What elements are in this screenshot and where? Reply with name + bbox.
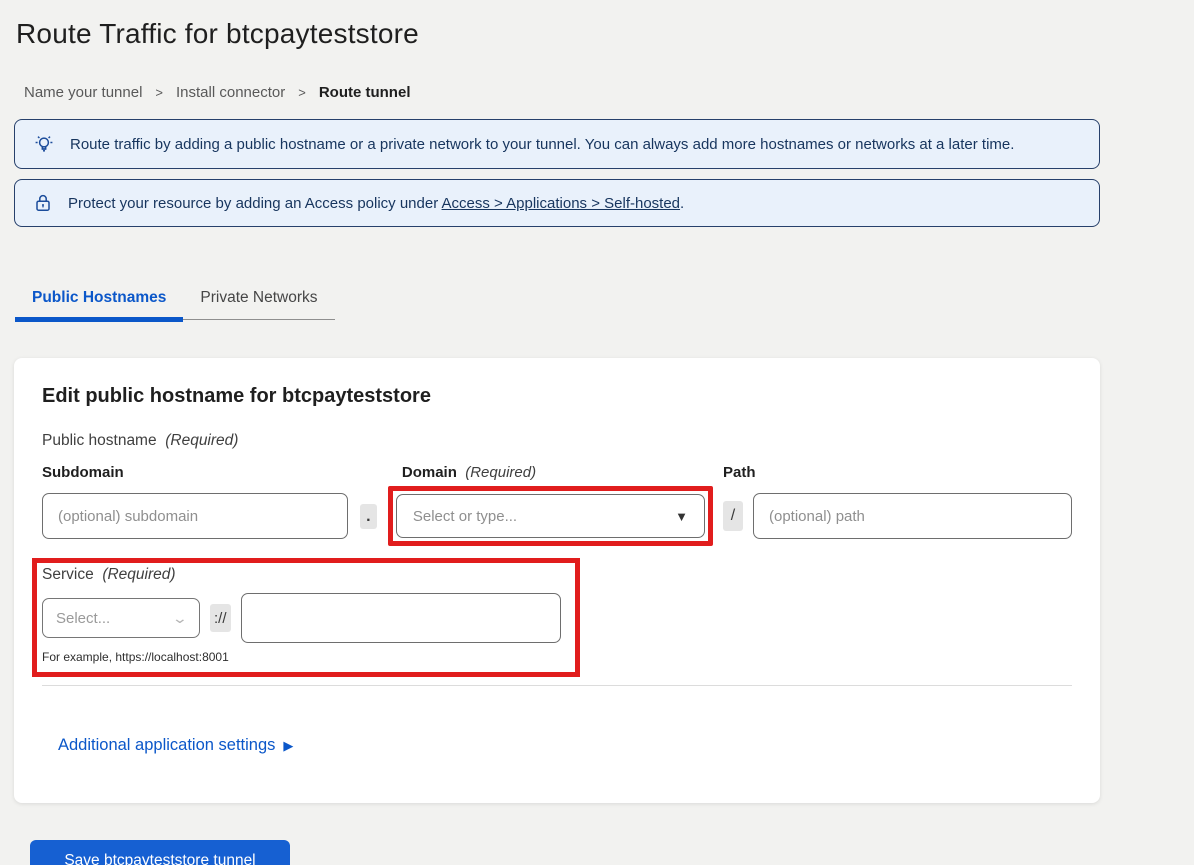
card-divider [42,685,1072,686]
card-heading: Edit public hostname for btcpayteststore [42,385,1072,408]
info-banner-text: Route traffic by adding a public hostnam… [70,136,1014,153]
hostname-fields-row: Subdomain . Domain (Required) Select or … [42,464,1072,546]
dropdown-arrow-icon: ▼ [675,509,688,524]
access-banner-text: Protect your resource by adding an Acces… [68,195,684,212]
breadcrumb-step-install-connector[interactable]: Install connector [176,84,285,101]
domain-label-text: Domain [402,464,457,481]
domain-field: Domain (Required) Select or type... ▼ [388,464,713,546]
service-url-input[interactable] [241,593,561,643]
tab-public-hostnames[interactable]: Public Hostnames [15,283,183,319]
edit-public-hostname-card: Edit public hostname for btcpayteststore… [14,358,1100,803]
page-title: Route Traffic for btcpayteststore [16,18,1100,50]
subdomain-label: Subdomain [42,464,348,484]
service-type-select[interactable]: Select... ⌄ [42,598,200,638]
domain-select[interactable]: Select or type... ▼ [396,494,705,538]
additional-settings-label: Additional application settings [58,736,275,755]
access-banner-text-prefix: Protect your resource by adding an Acces… [68,195,442,212]
public-hostname-required-label: (Required) [165,432,238,449]
arrow-right-icon: ▶ [283,738,293,754]
path-input[interactable] [753,493,1072,539]
public-hostname-group-label: Public hostname (Required) [42,432,1072,450]
breadcrumb-step-name-your-tunnel[interactable]: Name your tunnel [24,84,142,101]
subdomain-input[interactable] [42,493,348,539]
path-field: Path / [723,464,1072,539]
public-hostname-label-text: Public hostname [42,432,157,449]
service-helper-text: For example, https://localhost:8001 [42,650,565,664]
lock-icon [33,193,53,213]
service-required-label: (Required) [102,566,175,583]
breadcrumb: Name your tunnel > Install connector > R… [24,84,1100,101]
service-label-text: Service [42,566,94,583]
tab-private-networks[interactable]: Private Networks [183,283,334,319]
service-highlight-box: Service (Required) Select... ⌄ :// For e… [32,558,580,677]
chevron-down-icon: ⌄ [172,610,188,627]
access-applications-self-hosted-link[interactable]: Access > Applications > Self-hosted [442,195,680,212]
info-banner: Route traffic by adding a public hostnam… [14,119,1100,169]
service-type-value: Select... [56,610,110,627]
slash-separator: / [723,501,743,531]
service-label: Service (Required) [42,566,565,584]
domain-required-label: (Required) [465,464,536,481]
dot-separator: . [360,504,377,529]
lightbulb-icon [33,133,55,155]
breadcrumb-step-route-tunnel: Route tunnel [319,84,411,101]
save-tunnel-button[interactable]: Save btcpayteststore tunnel [30,840,290,865]
domain-label: Domain (Required) [388,464,713,484]
subdomain-field: Subdomain [42,464,348,539]
access-policy-banner: Protect your resource by adding an Acces… [14,179,1100,227]
breadcrumb-separator: > [298,85,306,100]
service-input-row: Select... ⌄ :// [42,593,565,643]
domain-select-value: Select or type... [413,508,517,525]
route-traffic-page: Route Traffic for btcpayteststore Name y… [0,0,1100,865]
path-input-row: / [723,493,1072,539]
breadcrumb-separator: > [155,85,163,100]
additional-application-settings-link[interactable]: Additional application settings ▶ [58,736,293,755]
path-label: Path [723,464,1072,484]
domain-highlight-box: Select or type... ▼ [388,486,713,546]
access-banner-text-suffix: . [680,195,684,212]
scheme-separator: :// [210,604,231,632]
tab-bar: Public Hostnames Private Networks [15,283,335,320]
